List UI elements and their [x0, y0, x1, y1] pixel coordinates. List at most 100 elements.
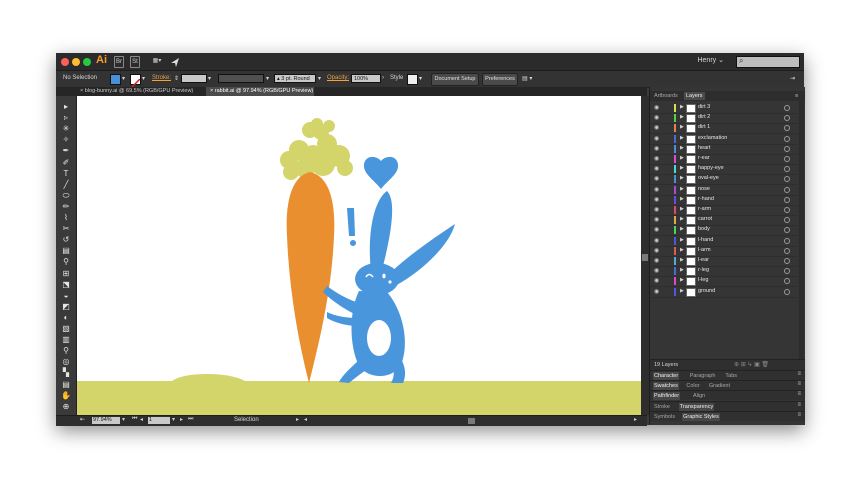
visibility-eye-icon[interactable]: ◉: [654, 237, 659, 244]
visibility-eye-icon[interactable]: ◉: [654, 288, 659, 295]
panel-menu-icon[interactable]: ≡: [797, 371, 801, 377]
expand-arrow-icon[interactable]: ▶: [680, 165, 684, 171]
stock-button[interactable]: St: [130, 56, 140, 68]
preferences-button[interactable]: Preferences: [482, 73, 518, 86]
tool-button[interactable]: ◐: [60, 313, 72, 322]
panel-menu-icon[interactable]: ≡: [793, 92, 800, 100]
tool-button[interactable]: ▸: [60, 102, 72, 111]
expand-arrow-icon[interactable]: ▶: [680, 124, 684, 130]
tool-button[interactable]: ⊕: [60, 402, 72, 411]
tool-button[interactable]: ✒: [60, 146, 72, 155]
panel-tab[interactable]: Gradient: [708, 382, 731, 390]
panel-tab[interactable]: Swatches: [653, 382, 679, 391]
scroll-left-icon[interactable]: ◂: [304, 416, 307, 423]
tool-button[interactable]: ⌇: [60, 213, 72, 222]
stroke-stepper-icon[interactable]: ⇕: [174, 75, 179, 82]
brush-definition[interactable]: ▴ 3 pt. Round: [274, 74, 316, 83]
tool-button[interactable]: ↺: [60, 235, 72, 244]
target-circle-icon[interactable]: [784, 237, 790, 244]
artboard-number-field[interactable]: 1: [148, 417, 170, 424]
ground-shape[interactable]: [77, 374, 641, 415]
visibility-eye-icon[interactable]: ◉: [654, 145, 659, 152]
visibility-eye-icon[interactable]: ◉: [654, 114, 659, 121]
panel-tab[interactable]: Pathfinder: [653, 392, 681, 401]
panel-tab[interactable]: Align: [692, 392, 706, 400]
tool-button[interactable]: ⊞: [60, 269, 72, 278]
tool-button[interactable]: ⬭: [60, 191, 72, 200]
target-circle-icon[interactable]: [784, 288, 790, 295]
carrot-leaves-shape[interactable]: [280, 118, 353, 180]
tool-button[interactable]: ▤: [60, 380, 72, 389]
opacity-label[interactable]: Opacity:: [327, 75, 349, 81]
layer-row[interactable]: ◉ ▶ ground: [650, 287, 798, 298]
expand-arrow-icon[interactable]: ▶: [680, 135, 684, 141]
expand-arrow-icon[interactable]: ▶: [680, 216, 684, 222]
tool-button[interactable]: ⚲: [60, 257, 72, 266]
artboard[interactable]: [77, 96, 641, 415]
style-swatch[interactable]: [407, 74, 418, 85]
target-circle-icon[interactable]: [784, 268, 790, 275]
last-artboard-icon[interactable]: ⏭: [188, 416, 193, 423]
visibility-eye-icon[interactable]: ◉: [654, 216, 659, 223]
panel-menu-icon[interactable]: ≡: [797, 412, 801, 418]
tool-button[interactable]: ◩: [60, 302, 72, 311]
target-circle-icon[interactable]: [784, 176, 790, 183]
layers-scrollbar[interactable]: [799, 101, 804, 359]
panel-tab[interactable]: Paragraph: [689, 372, 717, 380]
expand-arrow-icon[interactable]: ▶: [680, 267, 684, 273]
panel-menu-icon[interactable]: ⇥: [790, 75, 795, 82]
panel-tab[interactable]: Transparency: [678, 402, 715, 411]
zoom-field[interactable]: 97.94%: [92, 417, 120, 424]
target-circle-icon[interactable]: [784, 135, 790, 142]
heart-shape[interactable]: [363, 156, 399, 189]
target-circle-icon[interactable]: [784, 156, 790, 162]
document-setup-button[interactable]: Document Setup: [431, 73, 479, 86]
expand-arrow-icon[interactable]: ▶: [680, 237, 684, 243]
close-window-button[interactable]: [61, 58, 69, 66]
panel-tab[interactable]: Symbols: [653, 413, 676, 421]
variable-width-profile[interactable]: [218, 74, 264, 83]
panel-menu-icon[interactable]: ≡: [797, 402, 801, 408]
tool-button[interactable]: ✳: [60, 124, 72, 133]
expand-arrow-icon[interactable]: ▶: [680, 247, 684, 253]
visibility-eye-icon[interactable]: ◉: [654, 124, 659, 131]
next-artboard-icon[interactable]: ▸: [180, 416, 183, 423]
zoom-chevron-icon[interactable]: ▾: [122, 416, 125, 423]
fill-chevron-icon[interactable]: ▾: [122, 75, 125, 82]
panel-tab[interactable]: Color: [685, 382, 700, 390]
panel-tab[interactable]: Tabs: [724, 372, 738, 380]
panel-menu-icon[interactable]: ≡: [797, 381, 801, 387]
stroke-width-chevron-icon[interactable]: ▾: [208, 75, 211, 82]
visibility-eye-icon[interactable]: ◉: [654, 175, 659, 182]
visibility-eye-icon[interactable]: ◉: [654, 206, 659, 213]
target-circle-icon[interactable]: [784, 115, 790, 122]
tool-button[interactable]: ╱: [60, 180, 72, 189]
tab-rabbit[interactable]: × rabbit.ai @ 97.94% (RGB/GPU Preview): [206, 87, 314, 96]
target-circle-icon[interactable]: [784, 145, 790, 152]
expand-arrow-icon[interactable]: ▶: [680, 277, 684, 283]
scroll-thumb[interactable]: [642, 254, 648, 261]
status-menu-icon[interactable]: ▸: [296, 416, 299, 423]
first-artboard-icon[interactable]: ⏮: [132, 416, 137, 423]
visibility-eye-icon[interactable]: ◉: [654, 196, 659, 203]
artboard-nav-icon[interactable]: ⇤: [80, 416, 85, 423]
carrot-shape[interactable]: [286, 172, 335, 383]
tool-button[interactable]: ▹: [60, 113, 72, 122]
expand-arrow-icon[interactable]: ▶: [680, 186, 684, 192]
visibility-eye-icon[interactable]: ◉: [654, 165, 659, 172]
expand-arrow-icon[interactable]: ▶: [680, 257, 684, 263]
stroke-swatch[interactable]: [130, 74, 141, 89]
bunny-shape[interactable]: [323, 191, 455, 383]
vertical-scrollbar[interactable]: [641, 96, 649, 415]
stroke-chevron-icon[interactable]: ▾: [142, 75, 145, 82]
prev-artboard-icon[interactable]: ◂: [140, 416, 143, 423]
tool-button[interactable]: ✋: [60, 391, 72, 400]
expand-arrow-icon[interactable]: ▶: [680, 114, 684, 120]
target-circle-icon[interactable]: [784, 278, 790, 285]
opacity-chevron-icon[interactable]: ›: [382, 75, 384, 81]
target-circle-icon[interactable]: [784, 186, 790, 193]
tool-button[interactable]: ▥: [60, 335, 72, 344]
brush-chevron-icon[interactable]: ▾: [318, 75, 321, 82]
expand-arrow-icon[interactable]: ▶: [680, 196, 684, 202]
tool-button[interactable]: ◒: [60, 291, 72, 300]
